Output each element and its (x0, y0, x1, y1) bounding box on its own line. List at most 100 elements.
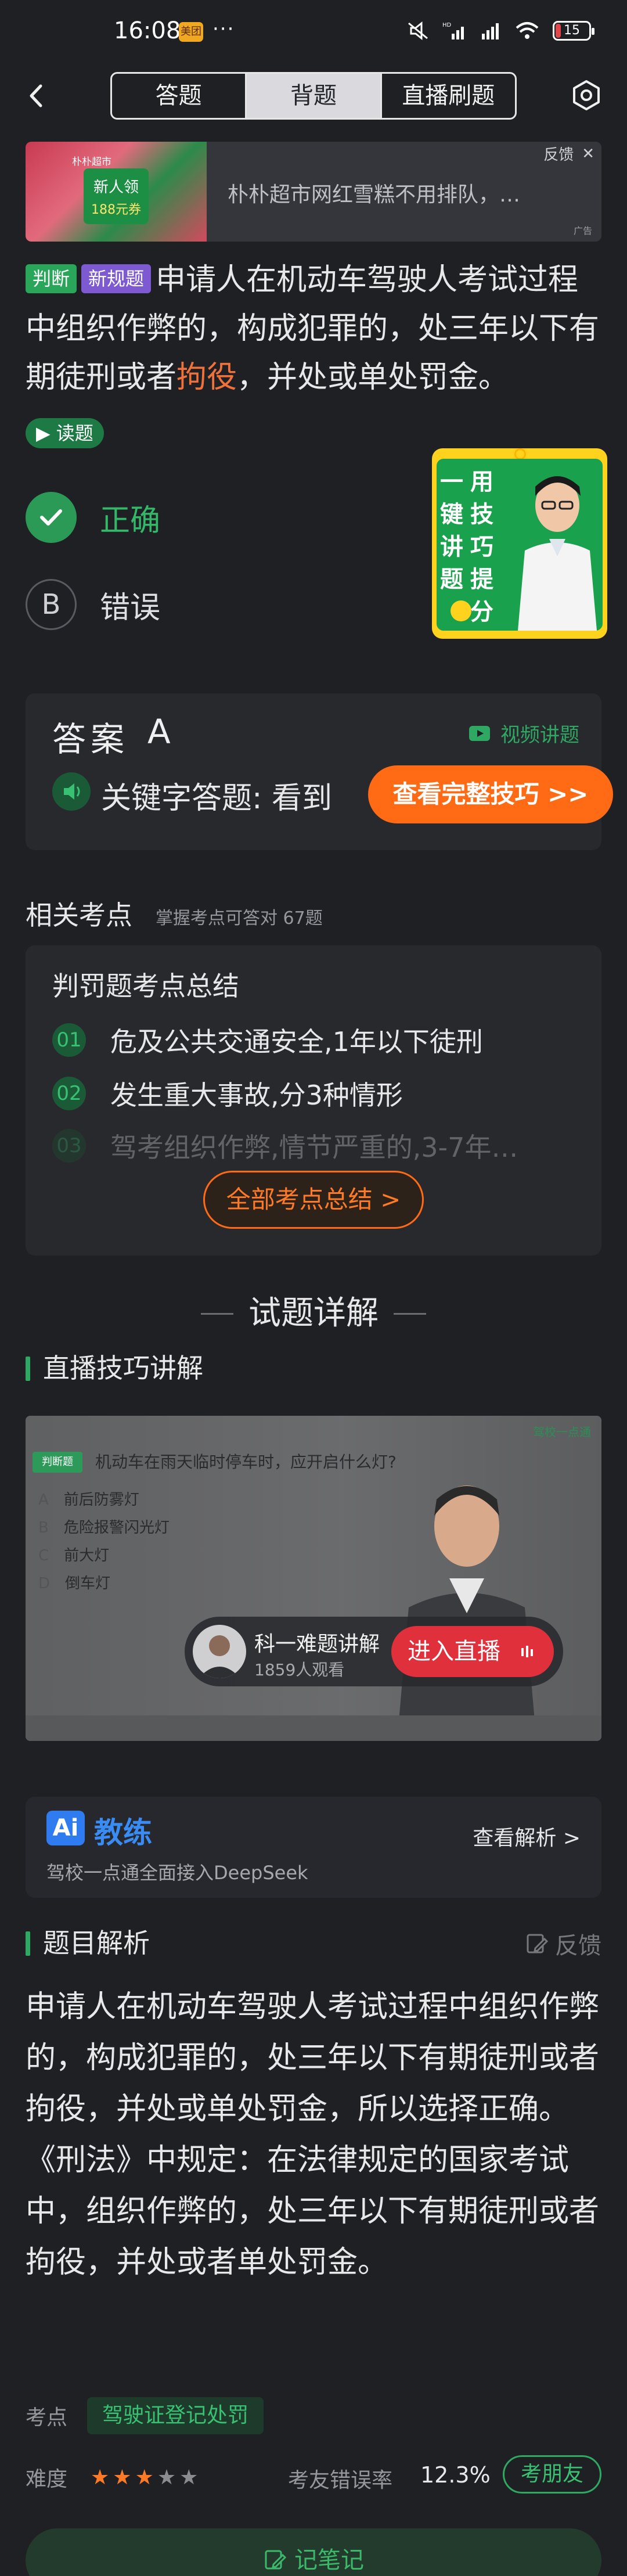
ad-coupon-card: 新人领 188元券 (84, 168, 149, 224)
option-correct[interactable]: 正确 (26, 491, 160, 544)
float-char: 键 (440, 501, 463, 528)
video-option-text: 倒车灯 (65, 1575, 111, 1592)
video-option: C 前大灯 (38, 1544, 109, 1565)
point-item[interactable]: 01 危及公共交通安全,1年以下徒刑 (52, 1021, 483, 1059)
related-points-title: 相关考点 (26, 900, 132, 931)
play-icon (451, 600, 471, 621)
float-char: 分 (470, 599, 493, 625)
ai-coach-subtitle: 驾校一点通全面接入DeepSeek (46, 1862, 308, 1884)
live-video-preview[interactable]: 判断题 驾校一点通 机动车在雨天临时停车时，应开启什么灯? A 前后防雾灯 B 危险… (26, 1416, 601, 1741)
speaker-icon (52, 772, 91, 811)
lecturer-figure-icon (397, 1485, 536, 1741)
note-edit-icon (265, 2550, 287, 2570)
check-icon (26, 492, 77, 543)
analysis-paragraph: 《刑法》中规定：在法律规定的国家考试中，组织作弊的，处三年以下有期徒刑或者拘役，… (26, 2143, 600, 2280)
video-explain-link[interactable]: 视频讲题 (468, 719, 579, 747)
knowledge-point-row: 考点 驾驶证登记处罚 (26, 2397, 264, 2434)
related-points-subtitle: 掌握考点可答对 67题 (156, 908, 323, 929)
keyword-hint: 关键字答题: 看到 (101, 781, 333, 816)
ad-card-title: 新人领 (93, 179, 139, 196)
float-char: 讲 (440, 534, 463, 560)
status-time: 16:08 (114, 17, 181, 44)
avatar (193, 1625, 246, 1678)
option-wrong[interactable]: B 错误 (26, 578, 160, 631)
settings-hexagon-icon[interactable] (570, 79, 603, 111)
ai-logo-icon: Ai (46, 1811, 85, 1845)
read-question-button[interactable]: ▶ 读题 (26, 418, 104, 448)
ad-brand: 朴朴超市 (72, 156, 111, 168)
option-correct-label: 正确 (100, 503, 161, 538)
ad-feedback-button[interactable]: 反馈 ✕ (543, 143, 594, 164)
wifi-icon (516, 22, 539, 39)
video-option-letter: D (38, 1575, 51, 1592)
knowledge-point-tag[interactable]: 驾驶证登记处罚 (87, 2397, 264, 2434)
float-char: 巧 (470, 534, 493, 560)
analysis-title: 题目解析 (26, 1927, 150, 1959)
video-question-text: 机动车在雨天临时停车时，应开启什么灯? (95, 1452, 397, 1472)
star-icon: ★ (113, 2465, 132, 2489)
video-option-letter: B (38, 1519, 49, 1537)
live-entry[interactable]: 科一难题讲解 1859人观看 进入直播 (185, 1617, 563, 1686)
signal-2-icon (482, 23, 499, 39)
mute-icon (408, 21, 428, 41)
video-option-text: 前后防雾灯 (63, 1491, 139, 1509)
meituan-badge-icon: 美团 (179, 22, 203, 42)
tips-video-float-ad[interactable]: 一 键 讲 题 用 技 巧 提 分 (432, 448, 607, 639)
star-icon: ★ (157, 2465, 176, 2489)
video-explain-label: 视频讲题 (500, 724, 579, 747)
question-type-tag: 判断 (26, 264, 77, 293)
view-full-tip-button[interactable]: 查看完整技巧 >> (368, 765, 613, 823)
question-stem: 判断 新规题 申请人在机动车驾驶人考试过程中组织作弊的，构成犯罪的，处三年以下有期徒… (26, 256, 606, 402)
point-number: 02 (52, 1077, 86, 1110)
star-icon: ★ (91, 2465, 110, 2489)
difficulty-row: 难度 ★ ★ ★ ★ ★ (26, 2462, 198, 2492)
point-item[interactable]: 02 发生重大事故,分3种情形 (52, 1074, 403, 1113)
float-close-icon[interactable] (514, 448, 526, 460)
signal-icon: HD (442, 22, 464, 39)
difficulty-stars: ★ ★ ★ ★ ★ (91, 2466, 198, 2489)
analysis-text: 申请人在机动车驾驶人考试过程中组织作弊的，构成犯罪的，处三年以下有期徒刑或者拘役… (26, 1981, 601, 2288)
point-item: 03 驾考组织作弊,情节严重的,3-7年… (52, 1127, 518, 1165)
star-icon: ★ (135, 2465, 154, 2489)
ask-friend-button[interactable]: 考朋友 (503, 2455, 601, 2494)
top-navigation: 答题 背题 直播刷题 (0, 64, 627, 128)
video-option: D 倒车灯 (38, 1571, 110, 1593)
knowledge-point-label: 考点 (26, 2406, 68, 2430)
live-viewers: 1859人观看 (254, 1660, 345, 1679)
ad-card-sub: 188元券 (91, 203, 141, 217)
feedback-label: 反馈 (555, 1933, 601, 1959)
edit-icon (527, 1934, 548, 1953)
ad-banner[interactable]: 朴朴超市 新人领 188元券 朴朴超市网红雪糕不用排队，… 反馈 ✕ 广告 (26, 142, 601, 242)
take-note-button[interactable]: 记笔记 (26, 2528, 601, 2576)
float-char: 提 (470, 566, 493, 593)
live-title: 科一难题讲解 (254, 1632, 380, 1656)
float-char: 用 (470, 469, 493, 495)
take-note-label: 记笔记 (294, 2547, 364, 2574)
ai-coach-name: 教练 (94, 1816, 152, 1850)
enter-live-button[interactable]: 进入直播 (391, 1626, 554, 1677)
battery-icon: 15 (553, 21, 594, 41)
status-icons: HD 15 (406, 21, 594, 41)
error-rate-label: 考友错误率 (288, 2469, 393, 2492)
point-number: 03 (52, 1129, 86, 1163)
detail-heading-text: 试题详解 (248, 1294, 379, 1332)
video-option-letter: C (38, 1547, 49, 1564)
tab-memorize[interactable]: 背题 (247, 74, 382, 118)
view-analysis-link[interactable]: 查看解析 > (473, 1821, 581, 1851)
all-points-button[interactable]: 全部考点总结 > (203, 1171, 424, 1229)
back-arrow-icon[interactable] (22, 81, 51, 110)
tab-live-practice[interactable]: 直播刷题 (382, 74, 515, 118)
question-highlight: 拘役 (176, 360, 237, 395)
close-icon[interactable]: ✕ (582, 145, 594, 163)
video-option-letter: A (38, 1491, 49, 1509)
ai-coach-card[interactable]: Ai 教练 驾校一点通全面接入DeepSeek 查看解析 > (26, 1797, 601, 1898)
ad-image: 朴朴超市 新人领 188元券 (26, 142, 207, 242)
coach-portrait-icon (518, 476, 597, 631)
tab-answer[interactable]: 答题 (112, 74, 247, 118)
ad-mark: 广告 (573, 225, 592, 236)
enter-live-label: 进入直播 (408, 1638, 500, 1665)
battery-level: 15 (564, 23, 580, 38)
analysis-paragraph: 申请人在机动车驾驶人考试过程中组织作弊的，构成犯罪的，处三年以下有期徒刑或者拘役… (26, 1989, 600, 2127)
ad-text: 朴朴超市网红雪糕不用排队，… (228, 183, 521, 207)
feedback-button[interactable]: 反馈 (525, 1927, 601, 1960)
